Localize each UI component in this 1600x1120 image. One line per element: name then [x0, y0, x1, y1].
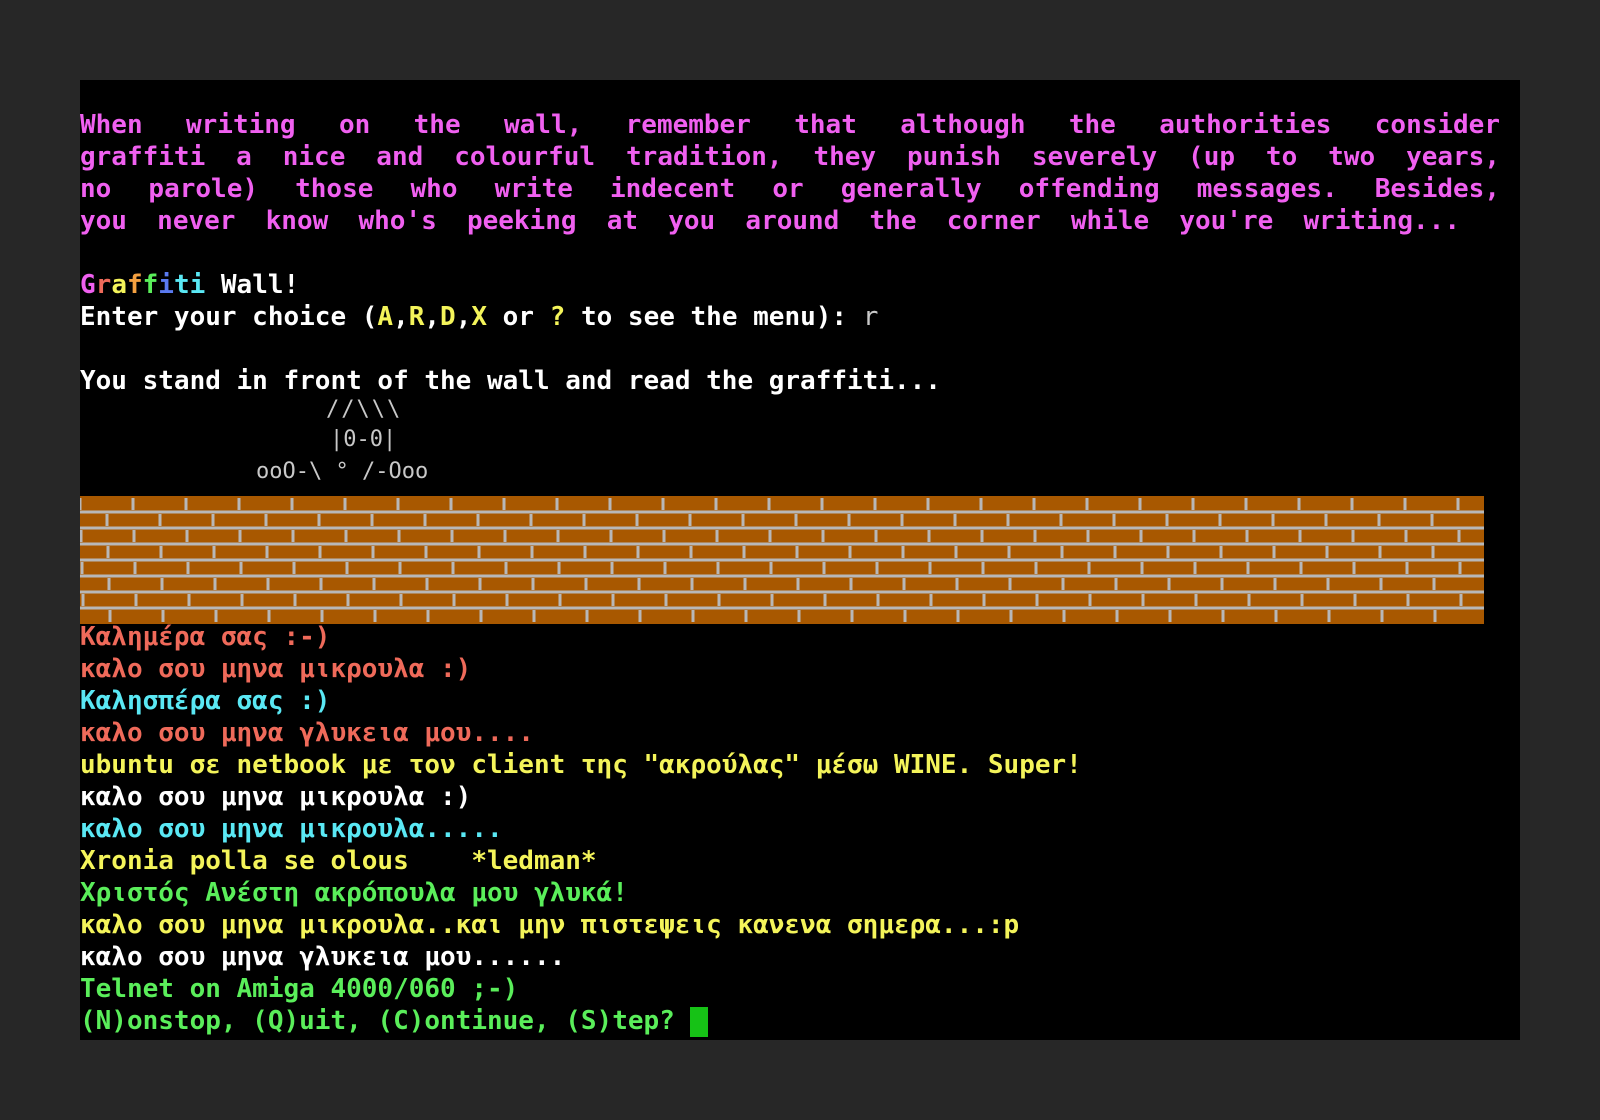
title-letter: r [95, 270, 112, 300]
graffiti-wall-title: Graffiti Wall! [80, 269, 299, 301]
pager-prompt: (N)onstop, (Q)uit, (C)ontinue, (S)tep? [80, 1005, 709, 1037]
title-letter: t [173, 270, 190, 300]
intro-line-3: no parole) those who write indecent or g… [80, 174, 1500, 204]
ascii-face: |0-0| [330, 427, 397, 452]
title-letter: a [111, 270, 127, 300]
title-letter: i [189, 270, 206, 300]
graffiti-message: καλο σου μηνα μικρουλα..... [80, 814, 503, 844]
graffiti-message: Xronia polla se olous *ledman* [80, 846, 597, 876]
title-letter: i [158, 270, 174, 300]
graffiti-message: καλο σου μηνα μικρουλα :) [80, 782, 472, 812]
option-help[interactable]: ? [550, 302, 566, 332]
title-rainbow-text: Graffiti [80, 270, 205, 300]
intro-line-1: When writing on the wall, remember that … [80, 110, 1500, 140]
graffiti-message: Καλησπέρα σας :) [80, 686, 331, 716]
prompt-before: Enter your choice ( [80, 302, 378, 332]
ascii-hair: //\\\ [326, 397, 403, 422]
title-letter: f [142, 270, 159, 300]
prompt-or: or [487, 302, 550, 332]
graffiti-message: καλο σου μηνα γλυκεια μου.... [80, 718, 534, 748]
intro-line-2: graffiti a nice and colourful tradition,… [80, 142, 1500, 172]
brick-wall [80, 496, 1484, 624]
read-graffiti-line: You stand in front of the wall and read … [80, 366, 941, 396]
option-x[interactable]: X [471, 302, 487, 332]
graffiti-message: καλο σου μηνα μικρουλα :) [80, 654, 472, 684]
graffiti-message: ubuntu σε netbook με τον client της "ακρ… [80, 750, 1082, 780]
title-letter: f [126, 270, 143, 300]
title-suffix: Wall! [205, 270, 300, 300]
graffiti-message: Καλημέρα σας :-) [80, 622, 331, 652]
prompt-input[interactable]: r [863, 302, 879, 332]
menu-choice-prompt: Enter your choice (A,R,D,X or ? to see t… [80, 302, 879, 332]
option-r[interactable]: R [409, 302, 425, 332]
graffiti-message: Telnet on Amiga 4000/060 ;-) [80, 974, 519, 1004]
terminal-screen[interactable]: When writing on the wall, remember that … [80, 80, 1520, 1040]
ascii-hands: ooO-\ ° /-Ooo [256, 459, 429, 484]
title-letter: G [80, 270, 96, 300]
text-cursor[interactable] [690, 1006, 709, 1037]
pager-prompt-text: (N)onstop, (Q)uit, (C)ontinue, (S)tep? [80, 1006, 691, 1036]
graffiti-message: καλο σου μηνα μικρουλα..και μην πιστεψει… [80, 910, 1020, 940]
option-d[interactable]: D [440, 302, 456, 332]
prompt-after: to see the menu): [565, 302, 863, 332]
graffiti-message: καλο σου μηνα γλυκεια μου...... [80, 942, 566, 972]
graffiti-message: Χριστός Ανέστη ακρόπουλα μου γλυκά! [80, 878, 628, 908]
intro-line-4: you never know who's peeking at you arou… [80, 206, 1460, 236]
option-a[interactable]: A [377, 302, 393, 332]
